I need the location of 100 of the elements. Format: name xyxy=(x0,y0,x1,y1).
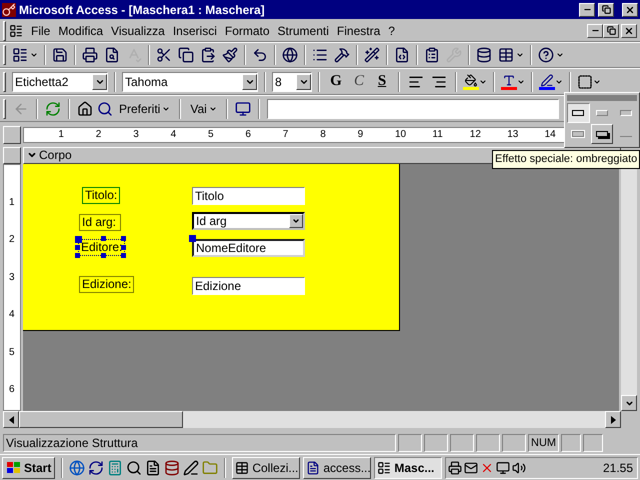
field-text: Id arg xyxy=(195,213,228,230)
dropdown-button[interactable] xyxy=(242,74,257,90)
web-toolbar-icon[interactable] xyxy=(234,100,251,116)
field-label[interactable]: Titolo: xyxy=(82,187,120,204)
window-title: Microsoft Access - [Maschera1 : Maschera] xyxy=(19,2,266,18)
restore-button[interactable] xyxy=(598,2,614,16)
text-field[interactable]: Edizione xyxy=(192,277,305,295)
taskbar-button[interactable]: access... xyxy=(303,456,372,478)
document-icon[interactable] xyxy=(145,460,162,476)
restore-button[interactable] xyxy=(603,24,619,38)
bold-button[interactable]: G xyxy=(326,70,346,93)
menu-item[interactable]: Inserisci xyxy=(168,22,221,40)
horizontal-scrollbar[interactable] xyxy=(3,411,621,428)
border-button[interactable] xyxy=(577,74,601,90)
caret-icon xyxy=(593,78,601,86)
close-button[interactable] xyxy=(621,24,637,38)
start-button[interactable]: Start xyxy=(2,456,56,478)
caret-icon xyxy=(30,51,38,59)
text-field[interactable]: Titolo xyxy=(192,187,305,205)
menu-item[interactable]: Finestra xyxy=(332,22,384,40)
menu-item[interactable]: Strumenti xyxy=(274,22,333,40)
mail-icon[interactable] xyxy=(464,460,478,474)
paintbrush-icon xyxy=(222,47,238,63)
app-key-icon xyxy=(2,2,16,16)
monitor-icon[interactable] xyxy=(496,460,510,474)
globe-icon[interactable] xyxy=(69,460,86,476)
close-button[interactable] xyxy=(622,2,638,16)
paint-bucket-icon xyxy=(463,74,479,90)
taskbar-button[interactable]: Collezi... xyxy=(232,456,300,478)
ruler-number: 10 xyxy=(395,129,406,141)
sizing-handle[interactable] xyxy=(100,253,106,258)
clock: 21.55 xyxy=(602,460,634,476)
search-icon[interactable] xyxy=(97,100,113,116)
sync-icon[interactable] xyxy=(88,460,104,476)
pen-icon[interactable] xyxy=(183,460,200,476)
scroll-thumb[interactable] xyxy=(19,411,183,428)
undo-icon xyxy=(252,47,268,63)
size-combo[interactable]: 8 xyxy=(272,72,312,92)
menu-item[interactable]: ? xyxy=(384,22,399,40)
align-left-icon xyxy=(408,74,424,90)
restore-icon xyxy=(606,26,616,35)
effect-option[interactable] xyxy=(567,103,590,123)
underline-button[interactable]: S xyxy=(372,70,392,93)
ruler-number: 2 xyxy=(9,234,15,246)
close-icon xyxy=(625,4,635,14)
status-panel xyxy=(450,434,474,452)
font-combo[interactable]: Tahoma xyxy=(122,72,258,92)
ruler-number: 6 xyxy=(245,129,251,141)
section-selector[interactable] xyxy=(3,146,21,164)
paste-icon xyxy=(200,47,216,63)
taskbar-button[interactable]: Masc... xyxy=(374,456,442,478)
line-color-button[interactable] xyxy=(539,74,563,90)
dropdown-button[interactable] xyxy=(92,74,107,90)
caret-icon xyxy=(516,51,524,59)
ruler-number: 4 xyxy=(170,129,176,141)
list-icon xyxy=(312,47,328,63)
speaker-icon[interactable] xyxy=(512,460,526,474)
text-field[interactable]: NomeEditore xyxy=(192,239,305,257)
sizing-handle[interactable] xyxy=(100,236,106,241)
close-icon xyxy=(624,26,634,36)
move-handle[interactable] xyxy=(189,235,196,242)
copy-icon xyxy=(178,47,194,63)
menu-item[interactable]: Formato xyxy=(220,22,274,40)
field-label[interactable]: Edizione: xyxy=(79,276,134,293)
ruler-number: 3 xyxy=(9,272,15,284)
database-icon[interactable] xyxy=(164,460,180,476)
wand-icon xyxy=(364,47,380,63)
table-icon xyxy=(498,47,514,63)
database-icon xyxy=(476,47,492,63)
menu-item[interactable]: Modifica xyxy=(54,22,108,40)
menu-item[interactable]: File xyxy=(27,22,54,40)
ruler-number: 6 xyxy=(9,384,15,396)
object-combo[interactable]: Etichetta2 xyxy=(12,72,108,92)
minimize-button[interactable] xyxy=(579,2,595,16)
field-label[interactable]: Id arg: xyxy=(79,214,121,231)
address-field[interactable] xyxy=(266,98,559,118)
dropdown-button[interactable] xyxy=(296,74,311,90)
refresh-icon[interactable] xyxy=(45,100,61,116)
combo-value: 8 xyxy=(274,74,283,90)
printer-icon[interactable] xyxy=(448,460,462,474)
home-icon[interactable] xyxy=(77,100,93,116)
italic-button[interactable]: C xyxy=(349,70,369,93)
combo-field[interactable]: Id arg xyxy=(192,212,305,230)
favorites-button[interactable]: Preferiti xyxy=(117,100,172,118)
menu-item[interactable]: Visualizza xyxy=(107,22,169,40)
caret-icon xyxy=(208,104,217,112)
minimize-button[interactable] xyxy=(587,24,603,38)
fill-color-button[interactable] xyxy=(463,74,487,90)
pen-icon xyxy=(539,74,555,90)
ruler-number: 1 xyxy=(9,196,15,208)
dropdown-button[interactable] xyxy=(289,214,303,228)
ruler-number: 2 xyxy=(96,129,102,141)
ruler-number: 1 xyxy=(58,129,64,141)
form-selector[interactable] xyxy=(3,126,21,144)
cut-icon xyxy=(156,47,172,63)
status-panel xyxy=(398,434,422,452)
caret-icon xyxy=(479,78,487,86)
magnifier-icon[interactable] xyxy=(126,460,142,476)
hammer-icon xyxy=(334,47,350,63)
go-button[interactable]: Vai xyxy=(188,100,219,118)
